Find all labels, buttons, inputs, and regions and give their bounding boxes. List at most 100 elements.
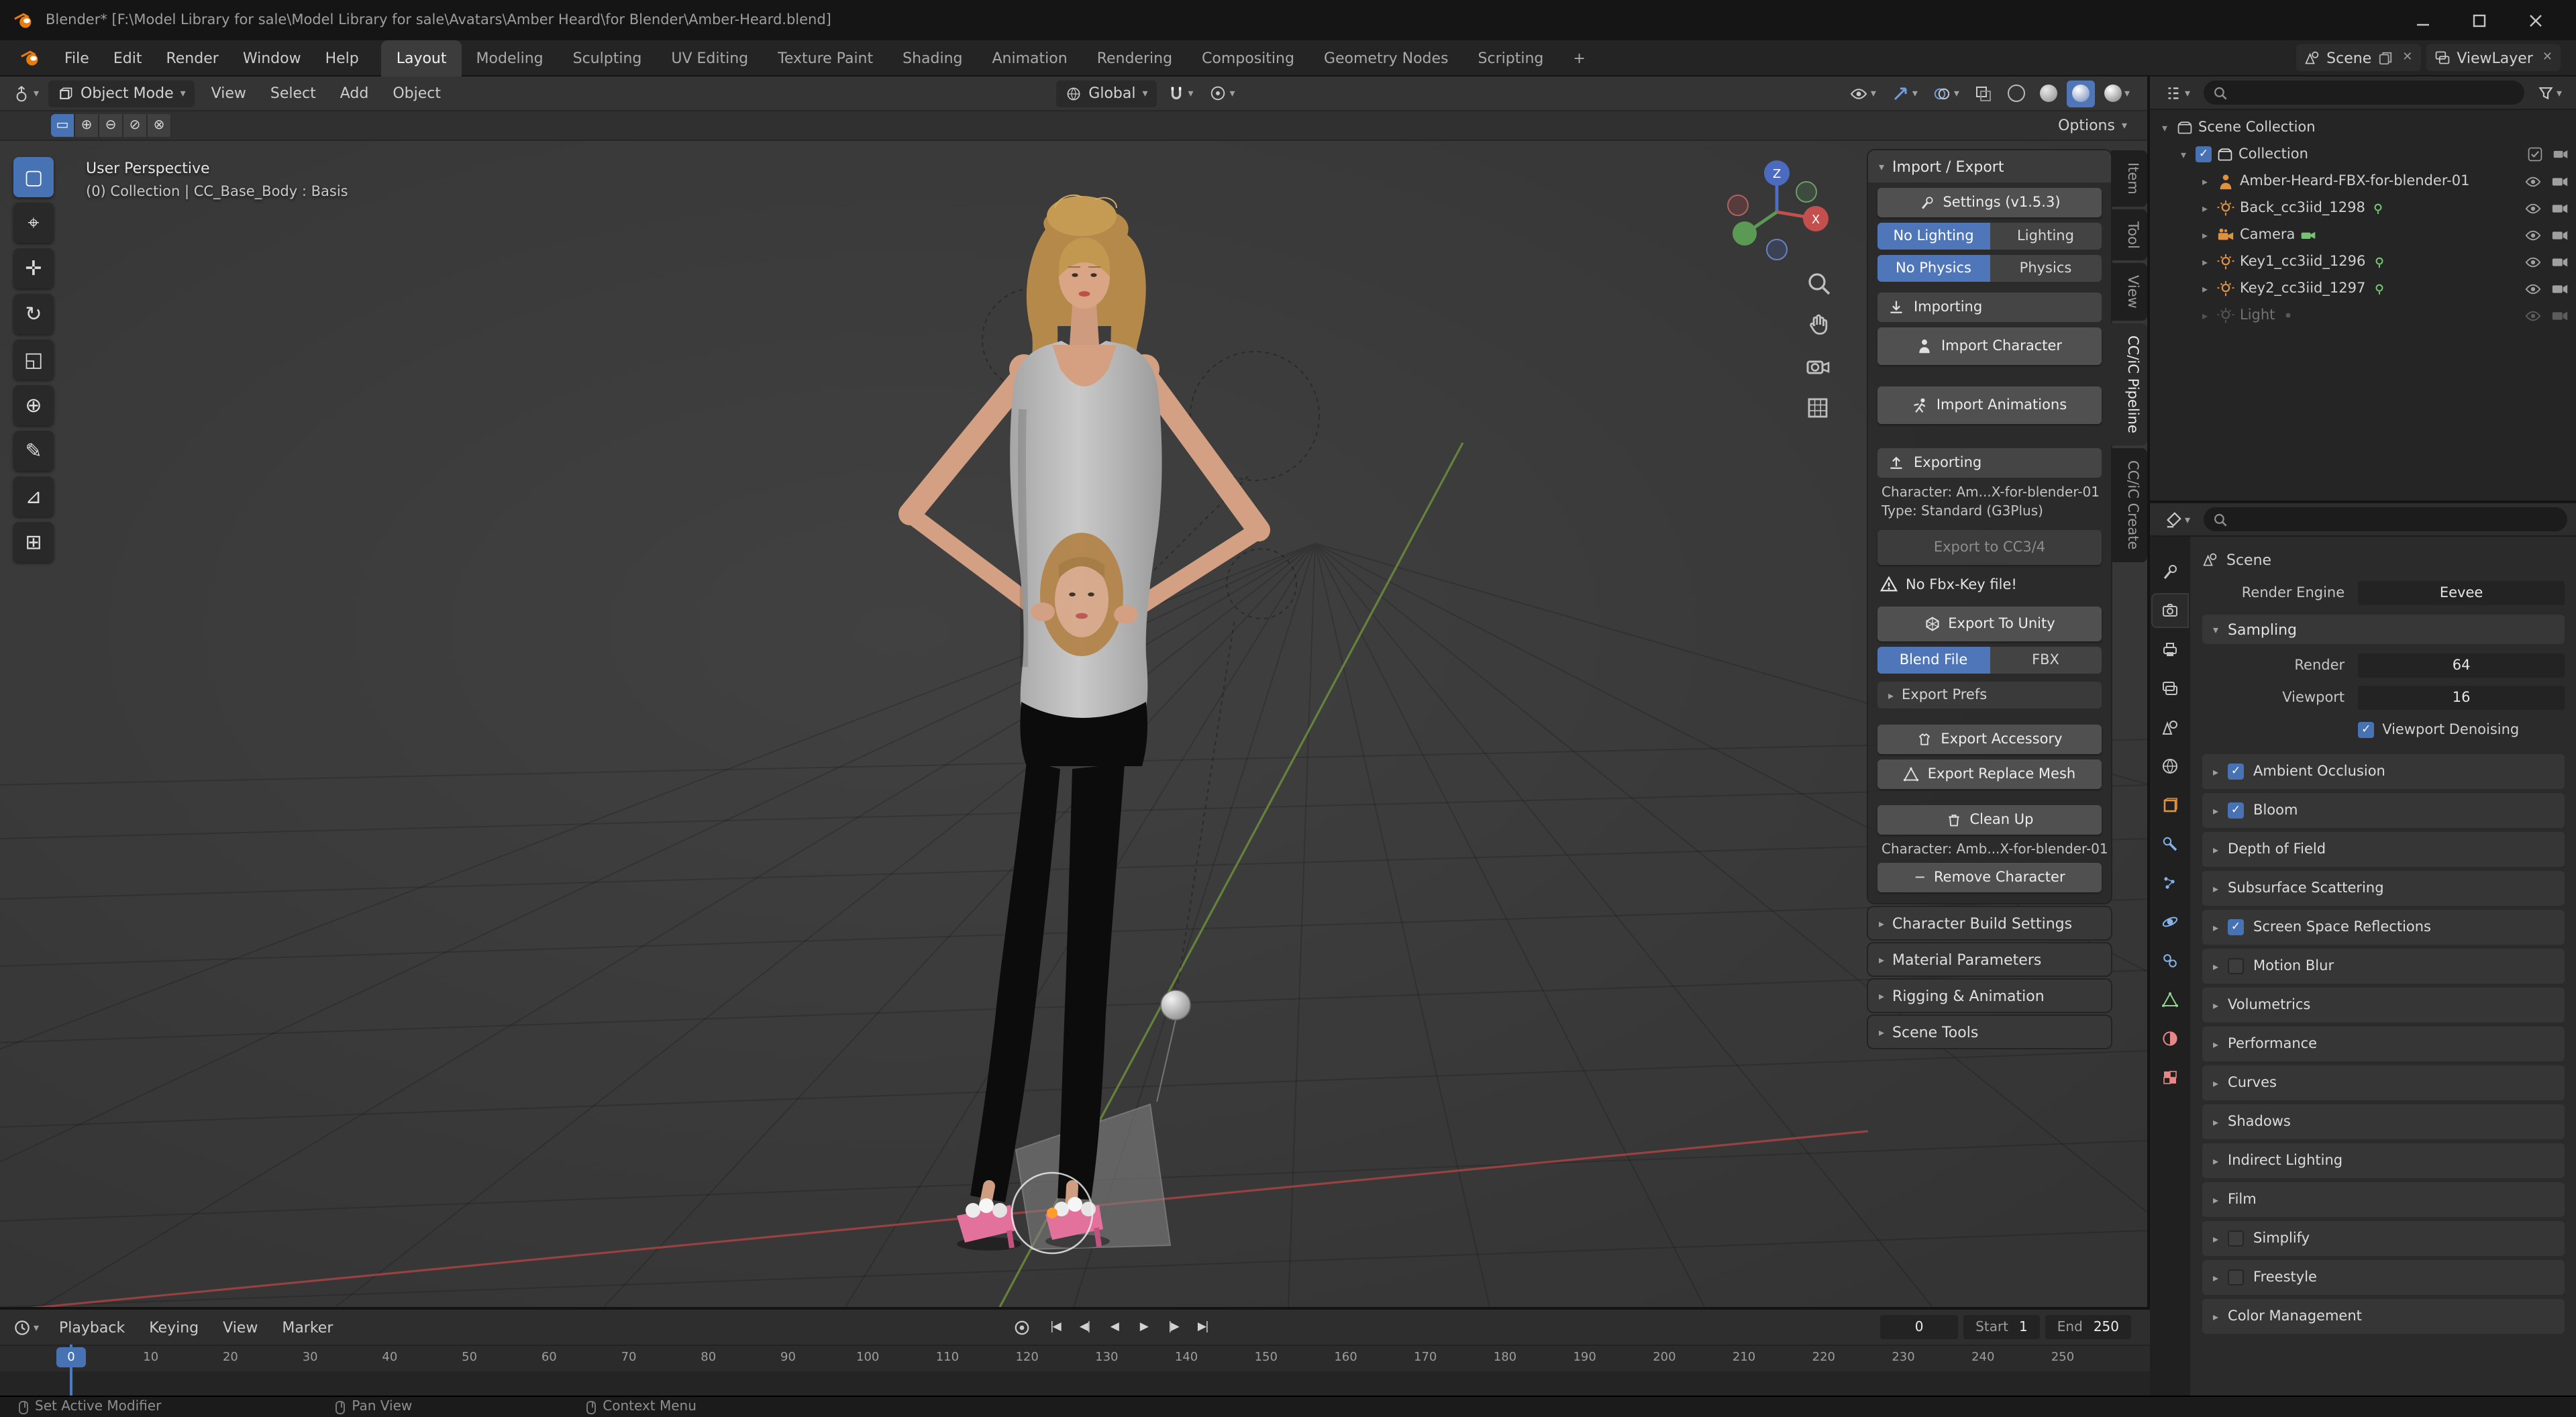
- outliner-filter-button[interactable]: ▾: [2532, 79, 2567, 106]
- menu-help[interactable]: Help: [313, 40, 371, 76]
- workspace-tab-uv-editing[interactable]: UV Editing: [656, 40, 763, 76]
- add-workspace-button[interactable]: +: [1558, 40, 1600, 76]
- disable-in-renders-icon[interactable]: [2551, 199, 2569, 217]
- show-gizmo-toggle[interactable]: ▾: [1886, 80, 1923, 107]
- hide-in-viewport-icon[interactable]: [2524, 226, 2542, 244]
- workspace-tab-layout[interactable]: Layout: [381, 40, 462, 76]
- timeline-track-area[interactable]: [0, 1371, 2150, 1398]
- panel-section-rigging-animation[interactable]: ▸ Rigging & Animation: [1868, 980, 2111, 1012]
- remove-character-button[interactable]: − Remove Character: [1877, 863, 2102, 892]
- disable-in-renders-icon[interactable]: [2551, 226, 2569, 244]
- fbx-option[interactable]: FBX: [1990, 647, 2102, 674]
- properties-section-depth-of-field[interactable]: ▸ Depth of Field: [2202, 832, 2565, 867]
- object-properties-tab[interactable]: [2153, 789, 2187, 821]
- menu-edit[interactable]: Edit: [101, 40, 154, 76]
- minimize-button[interactable]: [2394, 0, 2451, 40]
- npanel-tab-tool[interactable]: Tool: [2111, 209, 2147, 261]
- outliner-row-scene-collection[interactable]: ▾ Scene Collection: [2150, 114, 2576, 141]
- menu-window[interactable]: Window: [231, 40, 313, 76]
- scene-properties-tab[interactable]: [2153, 711, 2187, 743]
- menu-view[interactable]: View: [211, 1309, 270, 1345]
- importing-subheader[interactable]: Importing: [1877, 293, 2102, 322]
- navigation-gizmo[interactable]: Z X: [1720, 156, 1833, 268]
- blend-file-option[interactable]: Blend File: [1877, 647, 1990, 674]
- select-mode-intersect[interactable]: ⊗: [148, 114, 172, 137]
- hide-in-viewport-icon[interactable]: [2524, 199, 2542, 217]
- npanel-tab-view[interactable]: View: [2111, 263, 2147, 321]
- outliner-row-key2-cc3iid-1297[interactable]: ▸ Key2_cc3iid_1297: [2150, 275, 2576, 302]
- disable-in-renders-icon[interactable]: [2551, 253, 2569, 270]
- object-data-properties-tab[interactable]: [2153, 984, 2187, 1016]
- texture-properties-tab[interactable]: [2153, 1061, 2187, 1094]
- workspace-tab-sculpting[interactable]: Sculpting: [558, 40, 657, 76]
- output-properties-tab[interactable]: [2153, 633, 2187, 666]
- physics-properties-tab[interactable]: [2153, 906, 2187, 938]
- properties-section-indirect-lighting[interactable]: ▸ Indirect Lighting: [2202, 1143, 2565, 1178]
- play-button[interactable]: ▶: [1129, 1315, 1158, 1339]
- rotate-tool[interactable]: ↻: [13, 294, 54, 334]
- properties-section-simplify[interactable]: ▸ Simplify: [2202, 1221, 2565, 1256]
- outliner-search[interactable]: [2204, 81, 2524, 105]
- properties-section-shadows[interactable]: ▸ Shadows: [2202, 1104, 2565, 1139]
- camera-view-icon[interactable]: [1804, 352, 1833, 381]
- render-visibility-icon[interactable]: [2553, 146, 2569, 162]
- properties-section-freestyle[interactable]: ▸ Freestyle: [2202, 1260, 2565, 1295]
- menu-object[interactable]: Object: [380, 76, 453, 111]
- jump-to-end-button[interactable]: ▶|: [1188, 1315, 1217, 1339]
- select-mode-extend[interactable]: ⊕: [75, 114, 99, 137]
- hide-in-viewport-icon[interactable]: [2524, 253, 2542, 270]
- clean-up-button[interactable]: Clean Up: [1877, 805, 2102, 835]
- menu-view[interactable]: View: [199, 76, 258, 111]
- maximize-button[interactable]: [2451, 0, 2507, 40]
- current-frame-field[interactable]: 0: [1880, 1315, 1959, 1339]
- new-scene-icon[interactable]: [2378, 50, 2393, 65]
- scale-tool[interactable]: ◱: [13, 339, 54, 380]
- workspace-tab-shading[interactable]: Shading: [888, 40, 977, 76]
- frame-end-field[interactable]: End 250: [2045, 1315, 2131, 1339]
- gizmo-minus-y-axis[interactable]: [1796, 181, 1817, 203]
- outliner-editor-type-button[interactable]: ▾: [2159, 79, 2196, 106]
- export-to-unity-button[interactable]: Export To Unity: [1877, 607, 2102, 641]
- simplify-checkbox[interactable]: [2228, 1230, 2245, 1247]
- jump-to-prev-keyframe-button[interactable]: ◀|: [1070, 1315, 1099, 1339]
- tool-properties-tab[interactable]: [2153, 556, 2187, 588]
- outliner-row-light[interactable]: ▸ Light: [2150, 302, 2576, 329]
- no-physics-option[interactable]: No Physics: [1877, 255, 1990, 282]
- properties-section-curves[interactable]: ▸ Curves: [2202, 1065, 2565, 1100]
- gizmo-minus-x-axis[interactable]: [1727, 195, 1749, 216]
- exporting-subheader[interactable]: Exporting: [1877, 448, 2102, 478]
- sampling-viewport-field[interactable]: 16: [2358, 685, 2565, 709]
- properties-section-ambient-occlusion[interactable]: ▸ ✓ Ambient Occlusion: [2202, 754, 2565, 789]
- disable-in-renders-icon[interactable]: [2551, 280, 2569, 297]
- blender-app-menu[interactable]: [8, 40, 52, 76]
- shading-material-preview-button[interactable]: [2066, 80, 2095, 107]
- workspace-tab-texture-paint[interactable]: Texture Paint: [763, 40, 888, 76]
- particles-properties-tab[interactable]: [2153, 867, 2187, 899]
- timeline-editor-type-button[interactable]: ▾: [8, 1314, 44, 1341]
- panel-section-character-build-settings[interactable]: ▸ Character Build Settings: [1868, 907, 2111, 939]
- properties-section-bloom[interactable]: ▸ ✓ Bloom: [2202, 793, 2565, 828]
- object-visibility-dropdown[interactable]: ▾: [1844, 80, 1882, 107]
- jump-to-next-keyframe-button[interactable]: |▶: [1158, 1315, 1188, 1339]
- select-box-tool[interactable]: ▢: [13, 157, 54, 197]
- properties-search-input[interactable]: [2234, 511, 2558, 527]
- gizmo-y-axis[interactable]: [1733, 221, 1757, 246]
- pan-hand-icon[interactable]: [1804, 310, 1833, 339]
- export-prefs-panel[interactable]: ▸ Export Prefs: [1877, 682, 2102, 708]
- import-export-panel-header[interactable]: ▾ Import / Export: [1868, 150, 2111, 182]
- menu-file[interactable]: File: [52, 40, 101, 76]
- outliner-row-amber-heard-fbx-for-blender-01[interactable]: ▸ Amber-Heard-FBX-for-blender-01: [2150, 168, 2576, 195]
- show-overlays-toggle[interactable]: ▾: [1927, 80, 1965, 107]
- options-dropdown[interactable]: Options ▾: [2049, 112, 2136, 139]
- menu-keying[interactable]: Keying: [137, 1309, 211, 1345]
- import-character-button[interactable]: Import Character: [1877, 327, 2102, 365]
- modifiers-properties-tab[interactable]: [2153, 828, 2187, 860]
- scene-selector[interactable]: Scene ✕: [2296, 44, 2421, 71]
- properties-section-color-management[interactable]: ▸ Color Management: [2202, 1299, 2565, 1334]
- properties-section-subsurface-scattering[interactable]: ▸ Subsurface Scattering: [2202, 871, 2565, 906]
- properties-section-motion-blur[interactable]: ▸ Motion Blur: [2202, 949, 2565, 984]
- measure-tool[interactable]: ⊿: [13, 476, 54, 517]
- hide-in-viewport-icon[interactable]: [2524, 172, 2542, 190]
- viewport-denoising-checkbox[interactable]: ✓: [2358, 721, 2375, 737]
- properties-editor-type-button[interactable]: ▾: [2159, 506, 2196, 533]
